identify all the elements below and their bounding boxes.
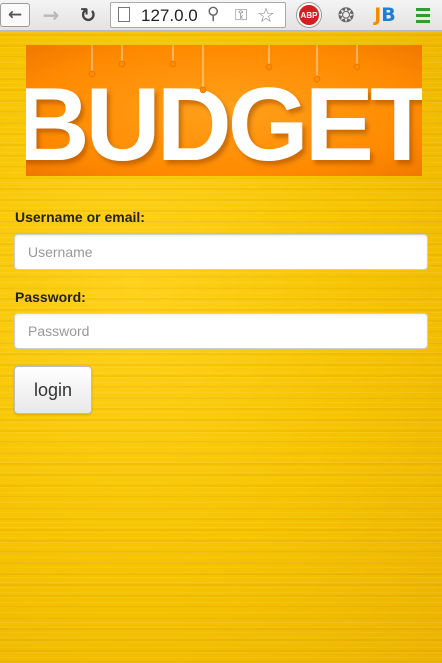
film-reel-icon[interactable]: ❂: [333, 3, 359, 27]
budget-text: BUDGET: [26, 67, 422, 176]
bookmark-star-icon[interactable]: ☆: [257, 3, 275, 27]
browser-toolbar: ← → ↻ 127.0.0 ⚲ ⚿ ☆ ABP ❂ JB: [0, 0, 442, 31]
password-label: Password:: [15, 289, 86, 305]
password-input[interactable]: [14, 313, 428, 349]
menu-icon[interactable]: [414, 3, 432, 27]
key-icon[interactable]: ⚿: [235, 5, 247, 25]
zoom-icon[interactable]: ⚲: [207, 4, 219, 24]
reload-icon[interactable]: ↻: [76, 3, 100, 27]
jetbrains-icon[interactable]: JB: [372, 3, 398, 27]
page-icon: [118, 7, 130, 22]
page-content: BUDGET Username or email: Password: logi…: [0, 32, 442, 663]
adblock-icon[interactable]: ABP: [297, 3, 321, 27]
username-label: Username or email:: [15, 209, 145, 225]
login-button[interactable]: login: [14, 366, 92, 414]
back-arrow-icon[interactable]: ←: [0, 3, 30, 27]
address-bar[interactable]: 127.0.0 ⚲ ⚿ ☆: [110, 2, 286, 28]
budget-banner: BUDGET: [26, 45, 422, 176]
url-text[interactable]: 127.0.0: [141, 6, 198, 26]
forward-arrow-icon[interactable]: →: [39, 3, 63, 27]
budget-logo: BUDGET: [26, 45, 422, 176]
username-input[interactable]: [14, 234, 428, 270]
